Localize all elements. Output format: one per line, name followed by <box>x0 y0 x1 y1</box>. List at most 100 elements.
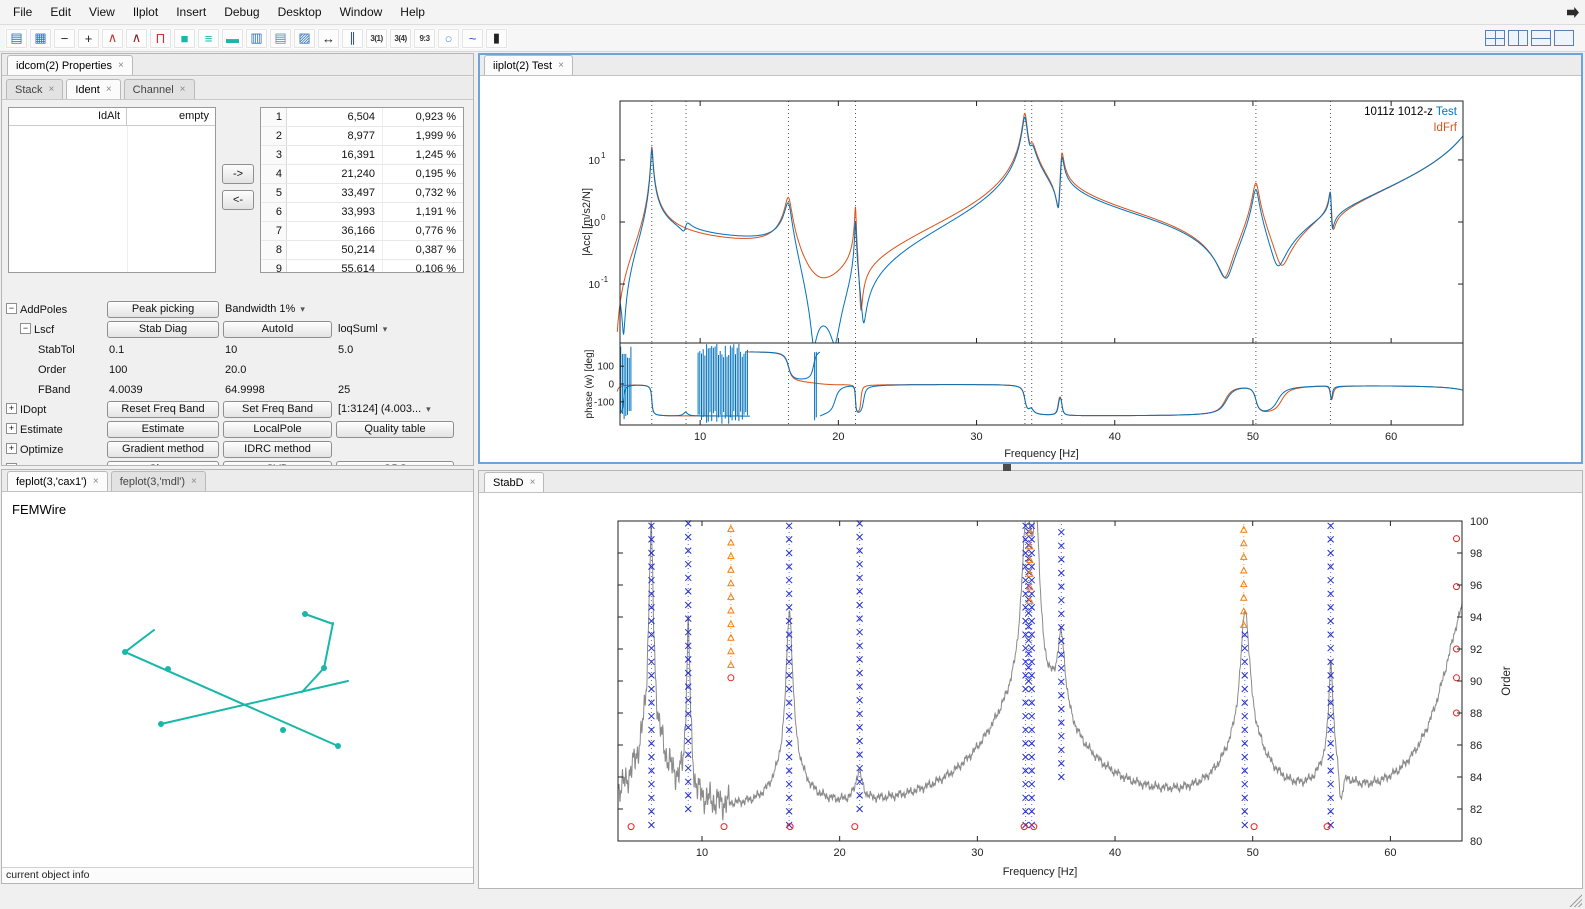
trace-list-icon[interactable]: ▤ <box>269 28 292 49</box>
idalt-listbox[interactable]: IdAlt empty <box>8 107 216 273</box>
rotate-view-icon[interactable]: ○ <box>437 28 460 49</box>
frf-chart[interactable]: 10203040506010110010-11000-100|Acc| [m/s… <box>480 77 1581 462</box>
close-icon[interactable]: × <box>530 477 536 488</box>
pole-row[interactable]: 533,4970,732 % <box>261 184 463 203</box>
reset-freq-band-button[interactable]: Reset Freq Band <box>107 401 219 418</box>
feplot-split-icon[interactable]: ▬ <box>221 28 244 49</box>
pole-row[interactable]: 421,2400,195 % <box>261 165 463 184</box>
view-9-3-icon[interactable]: 9:3 <box>413 28 436 49</box>
peak-picking-button[interactable]: Peak picking <box>107 301 219 318</box>
bandwidth-1-dropdown[interactable]: Bandwidth 1%▾ <box>223 301 332 318</box>
layout-rows-icon[interactable] <box>1531 30 1551 46</box>
zoom-in-icon[interactable]: + <box>77 28 100 49</box>
param-value-stabtol-1[interactable]: 10 <box>223 344 332 356</box>
quality-table-button[interactable]: Quality table <box>336 421 454 438</box>
menu-help[interactable]: Help <box>391 1 434 23</box>
menu-view[interactable]: View <box>80 1 124 23</box>
window-resize-grip[interactable] <box>1568 893 1582 907</box>
close-icon[interactable]: × <box>191 476 197 487</box>
set-freq-band-button[interactable]: Set Freq Band <box>223 401 332 418</box>
menu-edit[interactable]: Edit <box>41 1 80 23</box>
menu-ilplot[interactable]: Ilplot <box>124 1 167 23</box>
stabilization-chart[interactable]: 10203040506080828486889092949698100Order… <box>479 493 1582 888</box>
subtab-channel[interactable]: Channel× <box>124 79 195 99</box>
tab-idcom-properties[interactable]: idcom(2) Properties × <box>7 55 133 75</box>
feplot-patch-icon[interactable]: ■ <box>173 28 196 49</box>
menu-overflow-icon[interactable] <box>1567 7 1579 18</box>
collapse-icon[interactable]: − <box>20 323 31 334</box>
layout-columns-icon[interactable] <box>1508 30 1528 46</box>
y-bars-icon[interactable]: ∥ <box>341 28 364 49</box>
feplot-lines-icon[interactable]: ≡ <box>197 28 220 49</box>
tab-feplot-mdl[interactable]: feplot(3,'mdl') × <box>111 471 206 491</box>
splitter-handle[interactable] <box>1003 464 1011 471</box>
hatch-display-icon[interactable]: ▨ <box>293 28 316 49</box>
loqsuml-dropdown[interactable]: loqSuml▾ <box>336 321 462 338</box>
show-button[interactable]: Show <box>107 461 219 465</box>
tab-stabd[interactable]: StabD × <box>484 472 544 492</box>
param-value-stabtol-0[interactable]: 0.1 <box>107 344 219 356</box>
view-3-1-icon[interactable]: 3(1) <box>365 28 388 49</box>
menu-file[interactable]: File <box>4 1 41 23</box>
snapshot-icon[interactable]: ▮ <box>485 28 508 49</box>
gradient-method-button[interactable]: Gradient method <box>107 441 219 458</box>
move-right-button[interactable]: -> <box>222 164 254 184</box>
param-value-fband-0[interactable]: 4.0039 <box>107 384 219 396</box>
subplot-grid-icon[interactable]: ▦ <box>29 28 52 49</box>
tab-feplot-cax1[interactable]: feplot(3,'cax1') × <box>7 471 108 491</box>
channel-strips-icon[interactable]: ▥ <box>245 28 268 49</box>
1-3124-4-003-dropdown[interactable]: [1:3124] (4.003...▾ <box>336 401 462 418</box>
menu-window[interactable]: Window <box>331 1 392 23</box>
localpole-button[interactable]: LocalPole <box>223 421 332 438</box>
autoid-button[interactable]: AutoId <box>223 321 332 338</box>
subtab-ident[interactable]: Ident× <box>66 79 120 99</box>
pole-row[interactable]: 316,3911,245 % <box>261 146 463 165</box>
menu-desktop[interactable]: Desktop <box>269 1 331 23</box>
pole-row[interactable]: 633,9931,191 % <box>261 203 463 222</box>
iiplot-figure-icon[interactable]: ▤ <box>5 28 28 49</box>
close-icon[interactable]: × <box>118 60 124 71</box>
tab-iiplot-test[interactable]: iiplot(2) Test × <box>484 55 573 75</box>
collapse-icon[interactable]: − <box>6 303 17 314</box>
expand-icon[interactable]: + <box>6 423 17 434</box>
param-value-order-1[interactable]: 20.0 <box>223 364 332 376</box>
param-value-fband-2[interactable]: 25 <box>336 384 454 396</box>
zoom-out-icon[interactable]: − <box>53 28 76 49</box>
close-icon[interactable]: × <box>180 84 186 95</box>
menu-insert[interactable]: Insert <box>167 1 215 23</box>
layout-single-icon[interactable] <box>1554 30 1574 46</box>
stab-diag-button[interactable]: Stab Diag <box>107 321 219 338</box>
curve-tool-icon[interactable]: ~ <box>461 28 484 49</box>
pole-row[interactable]: 955,6140,106 % <box>261 260 463 273</box>
param-value-order-0[interactable]: 100 <box>107 364 219 376</box>
ods-button[interactable]: ODS <box>336 461 454 465</box>
pole-table[interactable]: 16,5040,923 %28,9771,999 %316,3911,245 %… <box>260 107 464 273</box>
tab-idcom-properties-label: idcom(2) Properties <box>16 60 112 72</box>
close-icon[interactable]: × <box>106 84 112 95</box>
pole-row[interactable]: 736,1660,776 % <box>261 222 463 241</box>
pole-pick-icon[interactable]: ∧ <box>125 28 148 49</box>
expand-icon[interactable]: + <box>6 463 17 465</box>
move-left-button[interactable]: <- <box>222 190 254 210</box>
idrc-method-button[interactable]: IDRC method <box>223 441 332 458</box>
svd-button[interactable]: SVD <box>223 461 332 465</box>
peak-pick-icon[interactable]: ∧ <box>101 28 124 49</box>
close-icon[interactable]: × <box>49 84 55 95</box>
estimate-button[interactable]: Estimate <box>107 421 219 438</box>
menu-debug[interactable]: Debug <box>215 1 268 23</box>
param-value-stabtol-2[interactable]: 5.0 <box>336 344 454 356</box>
femwire-viewport[interactable] <box>2 492 473 867</box>
param-value-fband-1[interactable]: 64.9998 <box>223 384 332 396</box>
close-icon[interactable]: × <box>93 476 99 487</box>
view-3-4-icon[interactable]: 3(4) <box>389 28 412 49</box>
expand-icon[interactable]: + <box>6 443 17 454</box>
subtab-stack[interactable]: Stack× <box>6 79 63 99</box>
band-select-icon[interactable]: Π <box>149 28 172 49</box>
layout-grid-icon[interactable] <box>1485 30 1505 46</box>
expand-icon[interactable]: + <box>6 403 17 414</box>
pole-row[interactable]: 850,2140,387 % <box>261 241 463 260</box>
pole-row[interactable]: 16,5040,923 % <box>261 108 463 127</box>
close-icon[interactable]: × <box>558 60 564 71</box>
pole-row[interactable]: 28,9771,999 % <box>261 127 463 146</box>
x-range-icon[interactable]: ↔ <box>317 28 340 49</box>
